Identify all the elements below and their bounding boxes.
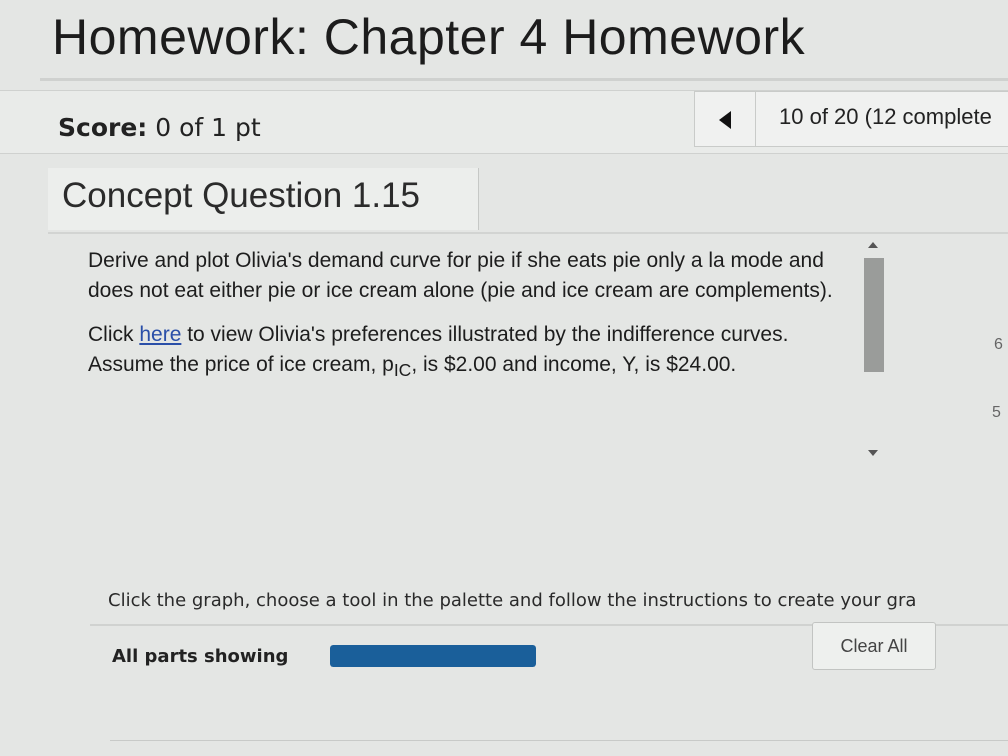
question-text: , is $2.00 and income, Y, is $24.00. (411, 353, 737, 376)
question-paragraph: Derive and plot Olivia's demand curve fo… (88, 249, 833, 302)
preferences-link[interactable]: here (139, 323, 181, 346)
score-label: Score: (58, 113, 148, 142)
footer-divider (110, 740, 1008, 741)
question-title: Concept Question 1.15 (62, 176, 421, 215)
parts-progress-bar (330, 645, 536, 667)
question-header: Concept Question 1.15 (48, 168, 479, 230)
score-bar: Score: 0 of 1 pt 10 of 20 (12 complete (0, 90, 1008, 154)
cut-off-glyph: 5 (992, 404, 1001, 421)
question-text: Click (88, 323, 140, 346)
scroll-thumb[interactable] (864, 258, 884, 372)
question-progress[interactable]: 10 of 20 (12 complete (779, 104, 992, 130)
question-scrollbar[interactable] (862, 240, 886, 466)
previous-question-button[interactable] (695, 92, 756, 146)
clear-all-button[interactable]: Clear All (812, 622, 936, 670)
scroll-up-arrow-icon[interactable] (868, 242, 878, 248)
score: Score: 0 of 1 pt (58, 113, 261, 142)
score-value: 0 of 1 pt (155, 113, 261, 142)
question-paragraph: Click here to view Olivia's preferences … (88, 320, 858, 385)
graph-instruction: Click the graph, choose a tool in the pa… (108, 590, 917, 611)
price-subscript: IC (393, 360, 412, 381)
parts-showing-label: All parts showing (112, 646, 289, 667)
scroll-down-arrow-icon[interactable] (868, 450, 878, 456)
question-text-panel: Derive and plot Olivia's demand curve fo… (88, 246, 858, 486)
graph-instruction-bar: Click the graph, choose a tool in the pa… (90, 578, 1008, 626)
triangle-left-icon (719, 111, 731, 129)
parts-progress-fill (330, 645, 536, 667)
question-navigator: 10 of 20 (12 complete (694, 91, 1008, 147)
price-symbol: p (382, 353, 394, 376)
header-divider (40, 78, 1008, 81)
question-divider (48, 232, 1008, 234)
cut-off-glyph: 6 (994, 336, 1003, 353)
page-title: Homework: Chapter 4 Homework (52, 9, 806, 65)
